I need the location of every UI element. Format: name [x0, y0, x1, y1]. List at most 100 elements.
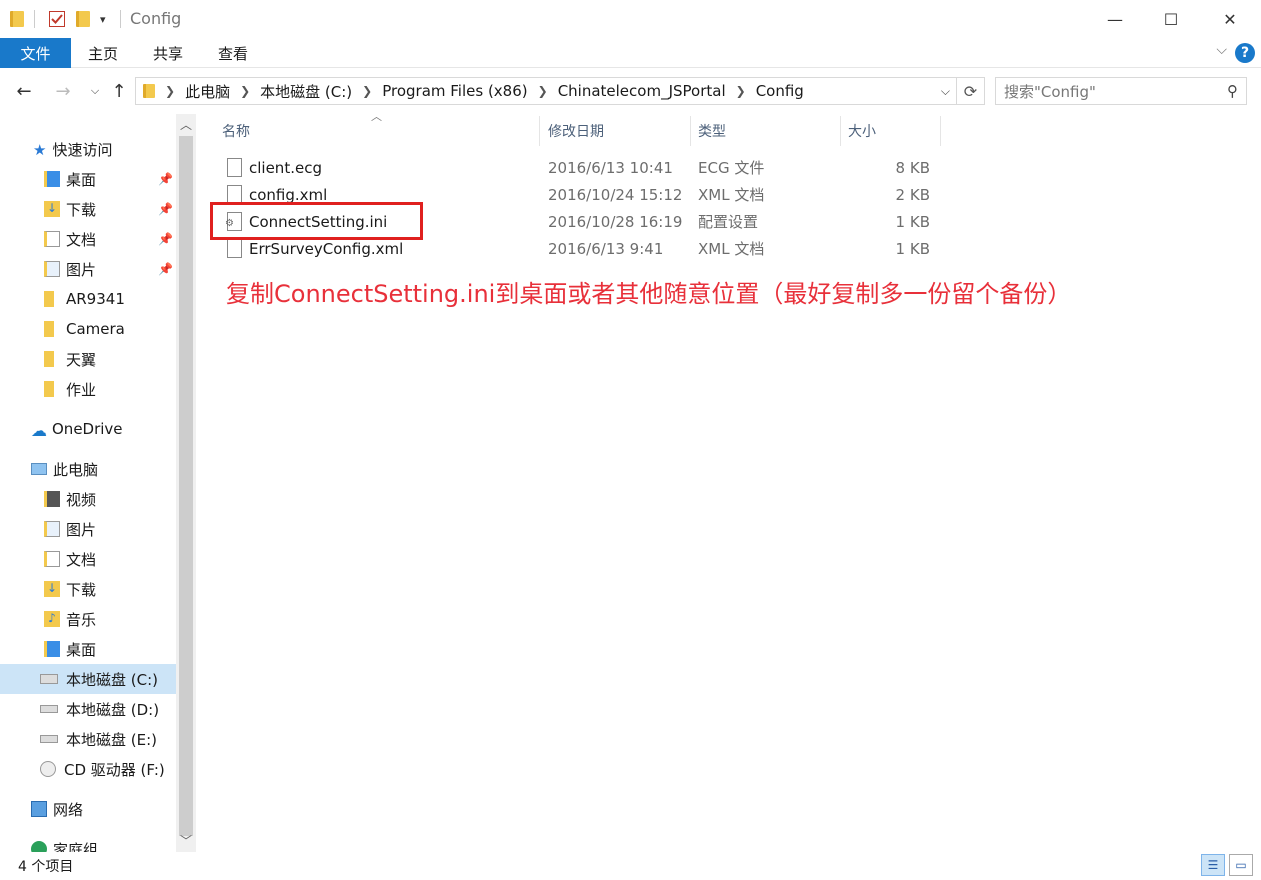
- pin-icon[interactable]: 📌: [158, 262, 173, 276]
- search-icon: ⚲: [1227, 82, 1238, 100]
- breadcrumb-program-files[interactable]: Program Files (x86): [382, 82, 527, 100]
- scroll-up-icon[interactable]: ︿: [176, 114, 196, 134]
- file-type: XML 文档: [698, 186, 765, 204]
- nav-item-camera[interactable]: Camera: [44, 314, 125, 344]
- nav-item-videos[interactable]: 视频: [44, 484, 96, 514]
- separator: [34, 9, 35, 29]
- address-bar[interactable]: ❯ 此电脑 ❯ 本地磁盘 (C:) ❯ Program Files (x86) …: [135, 77, 957, 105]
- recent-locations-icon[interactable]: ⌵: [82, 78, 108, 104]
- chevron-right-icon[interactable]: ❯: [538, 84, 548, 98]
- nav-item-downloads-pc[interactable]: ↓ 下载: [44, 574, 96, 604]
- chevron-right-icon[interactable]: ❯: [240, 84, 250, 98]
- file-size: 1 KB: [895, 239, 930, 258]
- cloud-icon: ☁: [31, 421, 47, 440]
- column-header-type[interactable]: 类型: [690, 114, 840, 148]
- downloads-icon: ↓: [44, 581, 60, 597]
- tab-share[interactable]: 共享: [140, 38, 196, 68]
- pin-icon[interactable]: 📌: [158, 172, 173, 186]
- scroll-thumb[interactable]: [179, 136, 193, 836]
- tab-home[interactable]: 主页: [75, 38, 131, 68]
- nav-scrollbar[interactable]: ︿ ﹀: [176, 114, 196, 854]
- nav-this-pc[interactable]: 此电脑: [31, 454, 98, 484]
- desktop-icon: [44, 641, 60, 657]
- navigation-pane: ★ 快速访问 桌面 📌 ↓ 下载 📌 文档 📌 图片 📌 AR9341 Came…: [0, 114, 176, 854]
- breadcrumb-config[interactable]: Config: [756, 82, 804, 100]
- customize-toolbar-icon[interactable]: ▾: [100, 9, 106, 29]
- breadcrumb-jsportal[interactable]: Chinatelecom_JSPortal: [558, 82, 726, 100]
- folder-icon: [44, 351, 54, 367]
- folder-icon: [143, 84, 155, 98]
- column-label: 大小: [848, 124, 876, 140]
- expand-ribbon-icon[interactable]: ⌵: [1216, 42, 1227, 58]
- nav-label: 网络: [53, 800, 84, 819]
- nav-item-documents[interactable]: 文档: [44, 224, 96, 254]
- nav-item-drive-f[interactable]: CD 驱动器 (F:): [40, 754, 165, 784]
- column-divider[interactable]: [940, 116, 941, 146]
- folder-icon: [10, 9, 24, 29]
- cd-drive-icon: [40, 761, 56, 777]
- pin-icon[interactable]: 📌: [158, 232, 173, 246]
- drive-icon: [40, 735, 58, 743]
- search-input[interactable]: 搜索"Config" ⚲: [995, 77, 1247, 105]
- nav-item-pictures[interactable]: 图片: [44, 254, 96, 284]
- column-header-size[interactable]: 大小: [840, 114, 940, 148]
- file-type: 配置设置: [698, 213, 759, 231]
- minimize-button[interactable]: —: [1085, 0, 1145, 38]
- nav-label: 本地磁盘 (C:): [66, 670, 158, 689]
- scroll-down-icon[interactable]: ﹀: [176, 830, 196, 850]
- nav-item-tianyi[interactable]: 天翼: [44, 344, 96, 374]
- file-type: ECG 文件: [698, 159, 765, 177]
- star-icon: ★: [33, 141, 47, 159]
- chevron-down-icon[interactable]: ⌵: [941, 84, 950, 99]
- properties-icon[interactable]: [48, 9, 66, 29]
- nav-label: 文档: [66, 230, 97, 249]
- nav-label: 文档: [66, 550, 97, 569]
- nav-label: 本地磁盘 (D:): [66, 700, 160, 719]
- nav-network[interactable]: 网络: [31, 794, 83, 824]
- chevron-right-icon[interactable]: ❯: [362, 84, 372, 98]
- file-icon: [227, 158, 242, 177]
- maximize-button[interactable]: ☐: [1141, 0, 1201, 38]
- refresh-button[interactable]: ⟳: [957, 77, 985, 105]
- large-icons-view-icon[interactable]: ▭: [1229, 854, 1253, 876]
- column-header-date[interactable]: 修改日期: [540, 114, 690, 148]
- nav-homegroup[interactable]: 家庭组: [31, 834, 98, 854]
- nav-item-pictures-pc[interactable]: 图片: [44, 514, 96, 544]
- help-icon[interactable]: ?: [1235, 43, 1255, 63]
- nav-item-homework[interactable]: 作业: [44, 374, 96, 404]
- breadcrumb-this-pc[interactable]: 此电脑: [185, 81, 230, 102]
- nav-item-desktop[interactable]: 桌面: [44, 164, 174, 194]
- nav-item-desktop-pc[interactable]: 桌面: [44, 634, 96, 664]
- file-row[interactable]: client.ecg 2016/6/13 10:41 ECG 文件 8 KB: [215, 154, 940, 181]
- sort-ascending-icon: ︿: [371, 110, 382, 123]
- nav-quick-access[interactable]: ★ 快速访问: [33, 134, 112, 164]
- nav-item-drive-e[interactable]: 本地磁盘 (E:): [40, 724, 157, 754]
- nav-item-music[interactable]: ♪ 音乐: [44, 604, 96, 634]
- nav-item-documents-pc[interactable]: 文档: [44, 544, 96, 574]
- details-view-icon[interactable]: ☰: [1201, 854, 1225, 876]
- nav-item-downloads[interactable]: ↓ 下载: [44, 194, 96, 224]
- nav-onedrive[interactable]: ☁ OneDrive: [31, 414, 123, 444]
- tab-view[interactable]: 查看: [205, 38, 261, 68]
- nav-label: OneDrive: [52, 420, 123, 438]
- drive-icon: [40, 674, 58, 684]
- desktop-icon: [44, 171, 60, 187]
- computer-icon: [31, 463, 47, 475]
- nav-item-drive-d[interactable]: 本地磁盘 (D:): [40, 694, 159, 724]
- close-button[interactable]: ✕: [1200, 0, 1260, 38]
- back-button[interactable]: ←: [11, 78, 37, 104]
- chevron-right-icon[interactable]: ❯: [736, 84, 746, 98]
- new-folder-icon[interactable]: [76, 9, 90, 29]
- music-icon: ♪: [44, 611, 60, 627]
- breadcrumb-drive-c[interactable]: 本地磁盘 (C:): [260, 81, 352, 102]
- nav-item-drive-c[interactable]: 本地磁盘 (C:): [0, 664, 176, 694]
- tab-file[interactable]: 文件: [0, 38, 71, 68]
- up-button[interactable]: ↑: [106, 78, 132, 104]
- drive-icon: [40, 705, 58, 713]
- forward-button[interactable]: →: [50, 78, 76, 104]
- nav-item-ar9341[interactable]: AR9341: [44, 284, 125, 314]
- folder-icon: [44, 321, 54, 337]
- pin-icon[interactable]: 📌: [158, 202, 173, 216]
- column-label: 修改日期: [548, 124, 604, 140]
- nav-label: 视频: [66, 490, 97, 509]
